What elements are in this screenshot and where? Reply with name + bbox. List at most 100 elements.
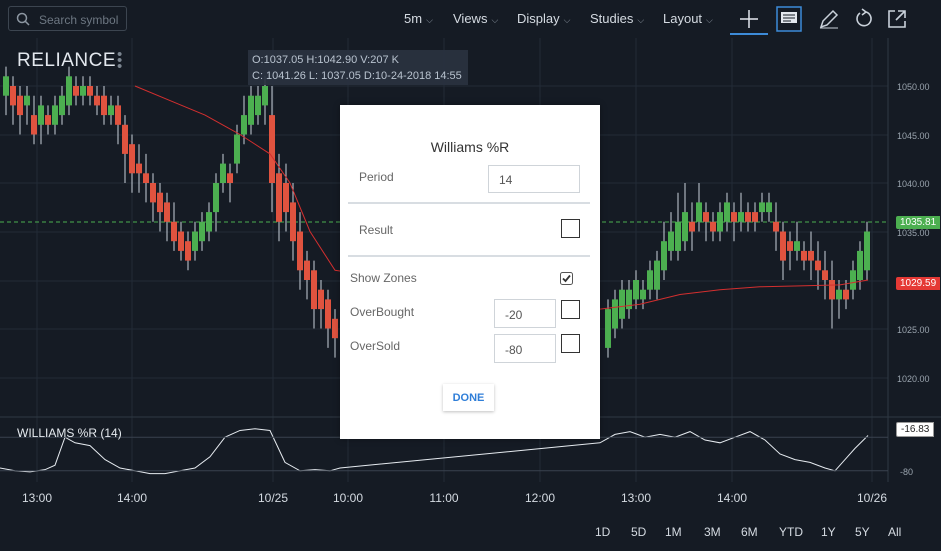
candle-body <box>766 202 772 213</box>
time-axis-label: 14:00 <box>117 491 147 505</box>
divider <box>348 202 590 204</box>
range-1d[interactable]: 1D <box>595 525 610 539</box>
search-input[interactable] <box>37 10 127 29</box>
candle-body <box>605 309 611 348</box>
overbought-input[interactable]: -20 <box>494 299 556 328</box>
candle-body <box>171 221 177 242</box>
studies-menu[interactable]: Studies ⌵ <box>590 11 644 26</box>
candle-body <box>276 173 282 222</box>
study-axis-label: -80 <box>900 467 913 477</box>
layout-menu[interactable]: Layout ⌵ <box>663 11 713 26</box>
candle-body <box>248 95 254 125</box>
candle-body <box>164 202 170 222</box>
price-axis-label: 1025.00 <box>897 325 930 335</box>
chevron-down-icon: ⌵ <box>706 15 713 25</box>
candle-body <box>864 231 870 271</box>
info-panel-icon[interactable] <box>776 6 802 32</box>
display-label: Display <box>517 11 560 26</box>
candle-body <box>654 260 660 290</box>
candle-body <box>675 221 681 251</box>
display-menu[interactable]: Display ⌵ <box>517 11 570 26</box>
range-1m[interactable]: 1M <box>665 525 682 539</box>
candle-body <box>829 280 835 300</box>
candle-body <box>801 250 807 261</box>
candle-body <box>857 250 863 280</box>
candle-body <box>787 241 793 251</box>
candle-body <box>10 86 16 106</box>
symbol-title: RELIANCE <box>17 50 117 71</box>
interval-menu[interactable]: 5m ⌵ <box>404 11 433 26</box>
oversold-color-swatch[interactable] <box>561 334 580 353</box>
candle-body <box>647 270 653 290</box>
candle-body <box>682 212 688 242</box>
overbought-color-swatch[interactable] <box>561 300 580 319</box>
candle-body <box>619 289 625 319</box>
candle-body <box>696 202 702 222</box>
range-all[interactable]: All <box>888 525 901 539</box>
candle-body <box>640 289 646 300</box>
candle-body <box>150 183 156 203</box>
candle-body <box>255 95 261 116</box>
range-1y[interactable]: 1Y <box>821 525 836 539</box>
study-label[interactable]: WILLIAMS %R (14) <box>17 426 122 440</box>
views-menu[interactable]: Views ⌵ <box>453 11 498 26</box>
pencil-icon[interactable] <box>817 7 841 31</box>
candle-body <box>262 86 268 106</box>
symbol-menu-icon[interactable]: • • • <box>117 47 122 74</box>
candle-body <box>199 221 205 242</box>
candle-body <box>206 212 212 232</box>
candle-body <box>290 202 296 242</box>
range-ytd[interactable]: YTD <box>779 525 803 539</box>
candle-body <box>745 212 751 222</box>
price-axis-label: 1045.00 <box>897 131 930 141</box>
crosshair-active-indicator <box>730 33 768 35</box>
period-input[interactable]: 14 <box>488 165 580 193</box>
undo-icon[interactable] <box>852 7 876 31</box>
candle-body <box>283 183 289 213</box>
layout-label: Layout <box>663 11 703 26</box>
result-color-swatch[interactable] <box>561 219 580 238</box>
candle-body <box>318 289 324 310</box>
candle-body <box>738 212 744 222</box>
candle-body <box>843 289 849 300</box>
time-axis-label: 10/26 <box>857 491 887 505</box>
candle-body <box>850 270 856 290</box>
oversold-input[interactable]: -80 <box>494 334 556 363</box>
range-6m[interactable]: 6M <box>741 525 758 539</box>
candle-body <box>780 231 786 261</box>
candle-body <box>661 241 667 271</box>
candle-body <box>311 270 317 310</box>
ohlc-line-1: O:1037.05 H:1042.90 V:207 K <box>252 54 399 66</box>
studies-label: Studies <box>590 11 634 26</box>
range-3m[interactable]: 3M <box>704 525 721 539</box>
range-5y[interactable]: 5Y <box>855 525 870 539</box>
dialog-title: Williams %R <box>430 139 510 155</box>
candle-body <box>773 221 779 232</box>
candle-body <box>136 163 142 174</box>
crosshair-icon[interactable] <box>737 7 761 31</box>
candle-body <box>45 115 51 125</box>
candle-body <box>101 95 107 116</box>
symbol-search[interactable] <box>8 6 127 31</box>
candle-body <box>31 115 37 135</box>
share-icon[interactable] <box>885 7 909 31</box>
study-settings-dialog: Williams %R Period 14 Result Show Zones … <box>340 105 600 439</box>
candle-body <box>241 115 247 135</box>
done-button[interactable]: DONE <box>443 384 494 411</box>
candle-body <box>73 86 79 96</box>
candle-body <box>122 124 128 154</box>
candle-body <box>304 260 310 280</box>
ma-price-tag: 1029.59 <box>896 277 941 290</box>
period-label: Period <box>359 170 394 184</box>
time-axis-label: 13:00 <box>22 491 52 505</box>
candle-body <box>59 95 65 116</box>
candle-body <box>668 231 674 251</box>
candle-body <box>52 105 58 125</box>
candle-body <box>332 318 338 339</box>
show-zones-checkbox[interactable] <box>560 272 573 285</box>
candle-body <box>234 134 240 164</box>
candle-body <box>815 260 821 271</box>
oversold-label: OverSold <box>350 339 401 353</box>
range-5d[interactable]: 5D <box>631 525 646 539</box>
views-label: Views <box>453 11 488 26</box>
